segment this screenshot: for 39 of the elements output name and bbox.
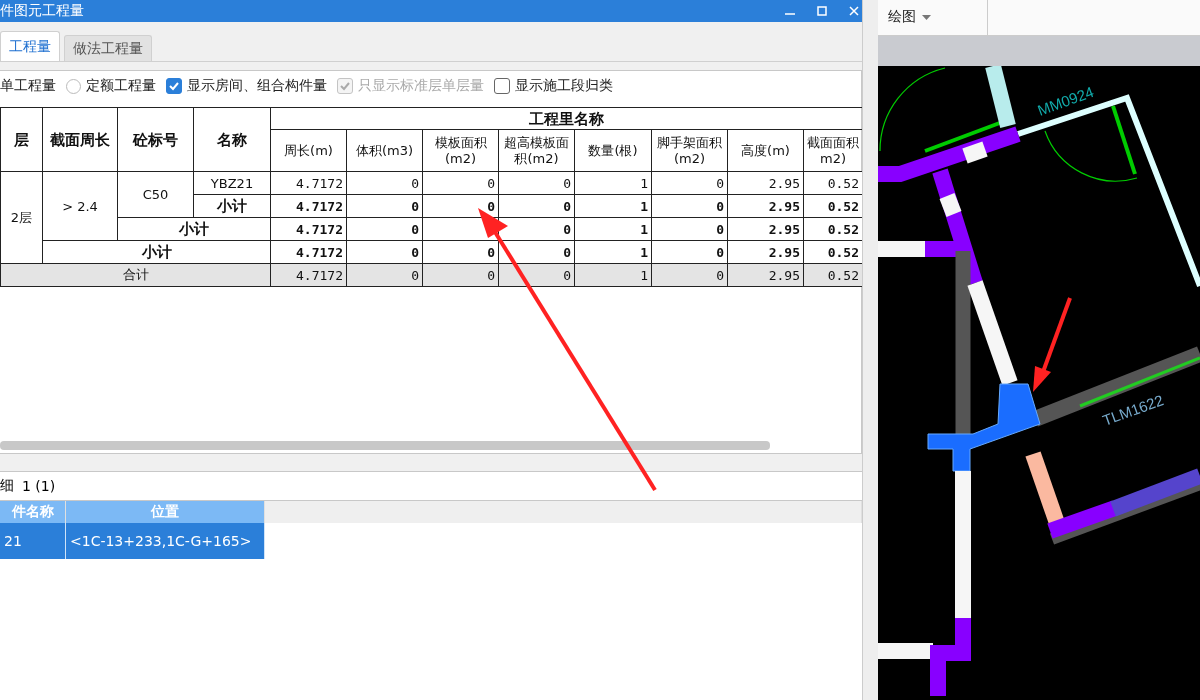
scrollbar-thumb[interactable] — [0, 440, 770, 450]
column-header: 截面周长 — [42, 107, 118, 172]
column-header: 名称 — [193, 107, 271, 172]
table-cell: C50 — [117, 171, 194, 218]
column-header: 周长(m) — [270, 129, 347, 172]
column-header: 层 — [0, 107, 43, 172]
checkbox[interactable] — [166, 78, 182, 94]
option-label: 显示施工段归类 — [515, 77, 613, 95]
caret-icon — [922, 14, 931, 20]
count-label: 1 (1) — [22, 478, 56, 494]
column-header: 高度(m) — [727, 129, 804, 172]
table-cell: 小计 — [42, 240, 271, 264]
window-title: 件图元工程量 — [0, 2, 84, 20]
tab[interactable]: 工程量 — [0, 31, 60, 61]
column-header: 砼标号 — [117, 107, 194, 172]
tab[interactable]: 做法工程量 — [64, 35, 152, 61]
option-label: 只显示标准层单层量 — [358, 77, 484, 95]
table-cell: 小计 — [117, 217, 271, 241]
column-header: 模板面积(m2) — [422, 129, 499, 172]
column-header: 超高模板面积(m2) — [498, 129, 575, 172]
column-header: 脚手架面积(m2) — [651, 129, 728, 172]
option-label: 定额工程量 — [86, 77, 156, 95]
column-header: 位置 — [66, 501, 265, 523]
table-cell: 2层 — [0, 171, 43, 264]
panel-title: 细 — [0, 477, 14, 495]
checkbox[interactable] — [494, 78, 510, 94]
maximize-icon[interactable] — [816, 5, 828, 17]
table-cell: > 2.4 — [42, 171, 118, 241]
table-cell[interactable]: <1C-13+233,1C-G+165> — [66, 523, 265, 559]
column-group-header: 工程里名称 — [270, 107, 863, 130]
close-icon[interactable] — [848, 5, 860, 17]
column-header: 件名称 — [0, 501, 66, 523]
column-header: 体积(m3) — [346, 129, 423, 172]
option-label: 单工程量 — [0, 77, 56, 95]
table-cell[interactable]: 21 — [0, 523, 66, 559]
table-cell: 合计 — [0, 263, 271, 287]
radio-button[interactable] — [66, 78, 81, 94]
option-label: 显示房间、组合构件量 — [187, 77, 327, 95]
column-header: 数量(根) — [574, 129, 652, 172]
